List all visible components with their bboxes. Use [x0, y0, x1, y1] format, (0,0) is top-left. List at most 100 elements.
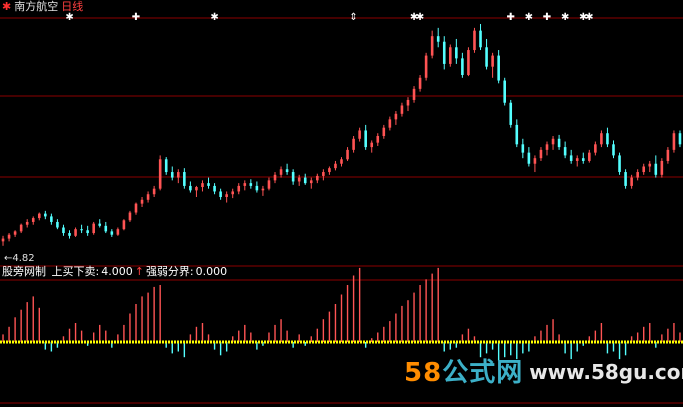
candle-body: [594, 144, 597, 153]
candle-body: [285, 169, 289, 173]
candle-body: [430, 36, 434, 56]
candle-body: [412, 88, 416, 100]
candle-body: [400, 105, 404, 114]
candle-body: [44, 213, 47, 217]
candle-body: [74, 229, 77, 236]
low-price-value: 4.82: [12, 253, 35, 264]
signal-mark: ✚: [132, 12, 140, 23]
candle-body: [358, 130, 361, 139]
candle-body: [122, 220, 126, 230]
candle-body: [515, 124, 519, 145]
candle-body: [394, 113, 398, 120]
candle-body: [267, 180, 271, 189]
candle-body: [80, 229, 83, 231]
candle-body: [545, 144, 549, 150]
candle-body: [128, 212, 132, 221]
candle-body: [164, 159, 168, 173]
candle-body: [303, 177, 307, 184]
candle-body: [146, 194, 150, 200]
candle-body: [37, 213, 41, 219]
watermark-url: www.58gu.com: [529, 360, 683, 384]
candle-body: [189, 185, 192, 191]
candle-body: [183, 172, 186, 186]
candle-body: [158, 159, 162, 189]
candle-body: [479, 30, 482, 48]
candle-body: [467, 50, 470, 75]
candle-body: [297, 177, 301, 182]
candle-body: [86, 230, 89, 234]
candle-body: [261, 188, 265, 191]
arrow-up-icon: ↑: [134, 265, 144, 278]
candle-body: [660, 160, 664, 175]
candle-body: [533, 158, 537, 164]
candle-body: [503, 80, 506, 103]
candle-body: [485, 47, 488, 67]
candle-body: [92, 223, 95, 234]
signal-mark: ⇕: [349, 12, 357, 23]
candle-body: [255, 185, 259, 191]
candle-body: [672, 133, 676, 150]
indicator-param2-label: 强弱分界:: [145, 265, 194, 278]
candle-body: [406, 99, 410, 106]
candle-body: [31, 218, 35, 222]
candle-body: [612, 144, 615, 156]
candle-body: [219, 191, 222, 197]
signal-mark: ✱: [585, 12, 593, 23]
candle-body: [62, 227, 65, 234]
candle-body: [382, 127, 386, 136]
candle-body: [678, 133, 682, 145]
indicator-name[interactable]: 股旁网制: [2, 265, 46, 278]
candle-body: [309, 180, 313, 184]
signal-mark: ✱: [525, 12, 533, 23]
candle-body: [497, 55, 500, 81]
candle-body: [322, 172, 325, 176]
candle-body: [424, 55, 428, 78]
candle-body: [328, 168, 331, 173]
candle-body: [116, 229, 120, 235]
candle-body: [1, 238, 5, 242]
candle-body: [177, 172, 180, 178]
candle-body: [551, 138, 555, 145]
period-label[interactable]: 日线: [61, 0, 83, 13]
candle-body: [237, 185, 241, 192]
candle-body: [231, 191, 235, 195]
candle-body: [581, 158, 585, 161]
indicator-param-value: 4.000: [101, 265, 133, 278]
candle-body: [201, 183, 204, 188]
candle-body: [642, 166, 646, 173]
candle-body: [666, 149, 670, 161]
settings-gear-icon[interactable]: ✱: [2, 0, 11, 13]
watermark-brand: 58公式网: [404, 358, 523, 388]
candle-body: [600, 133, 603, 145]
candle-body: [630, 177, 633, 186]
indicator-param2-value: 0.000: [195, 265, 228, 278]
stock-name: 南方航空: [14, 0, 59, 13]
candle-body: [509, 102, 513, 125]
chart-canvas[interactable]: ✱ ✚ ✱ ⇕ ✱✱ ✚ ✱ ✚ ✱ ✱✱: [0, 0, 683, 407]
candle-body: [213, 185, 216, 192]
candle-body: [170, 172, 174, 178]
candle-body: [207, 183, 210, 186]
candle-body: [19, 224, 23, 232]
candle-body: [370, 142, 374, 148]
candle-body: [273, 174, 277, 181]
low-price-marker: ←4.82: [4, 252, 35, 265]
watermark-brand-number: 58: [404, 358, 443, 388]
candle-body: [442, 41, 446, 64]
candle-body: [455, 47, 458, 59]
stock-chart-window: ✱ ✚ ✱ ⇕ ✱ ✱ ✚ ✱ ✚ ✱ ✱ ✱ ✱ 南方航空 日线 ←4.82 股旁网制 上买下卖: 4.0…: [0, 0, 683, 407]
candle-body: [418, 77, 422, 89]
candle-body: [346, 149, 349, 160]
candle-body: [448, 47, 452, 64]
candle-body: [68, 233, 71, 236]
candle-body: [527, 152, 531, 164]
candle-body: [618, 155, 621, 173]
candle-body: [13, 231, 17, 235]
candle-body: [491, 55, 494, 67]
candle-body: [563, 147, 567, 156]
signal-mark: ✱: [65, 12, 73, 23]
candle-body: [364, 130, 367, 148]
indicator-title-bar[interactable]: 股旁网制 上买下卖: 4.000 ↑ 强弱分界: 0.000: [2, 265, 229, 278]
candle-body: [606, 133, 609, 145]
candle-body: [648, 163, 652, 167]
